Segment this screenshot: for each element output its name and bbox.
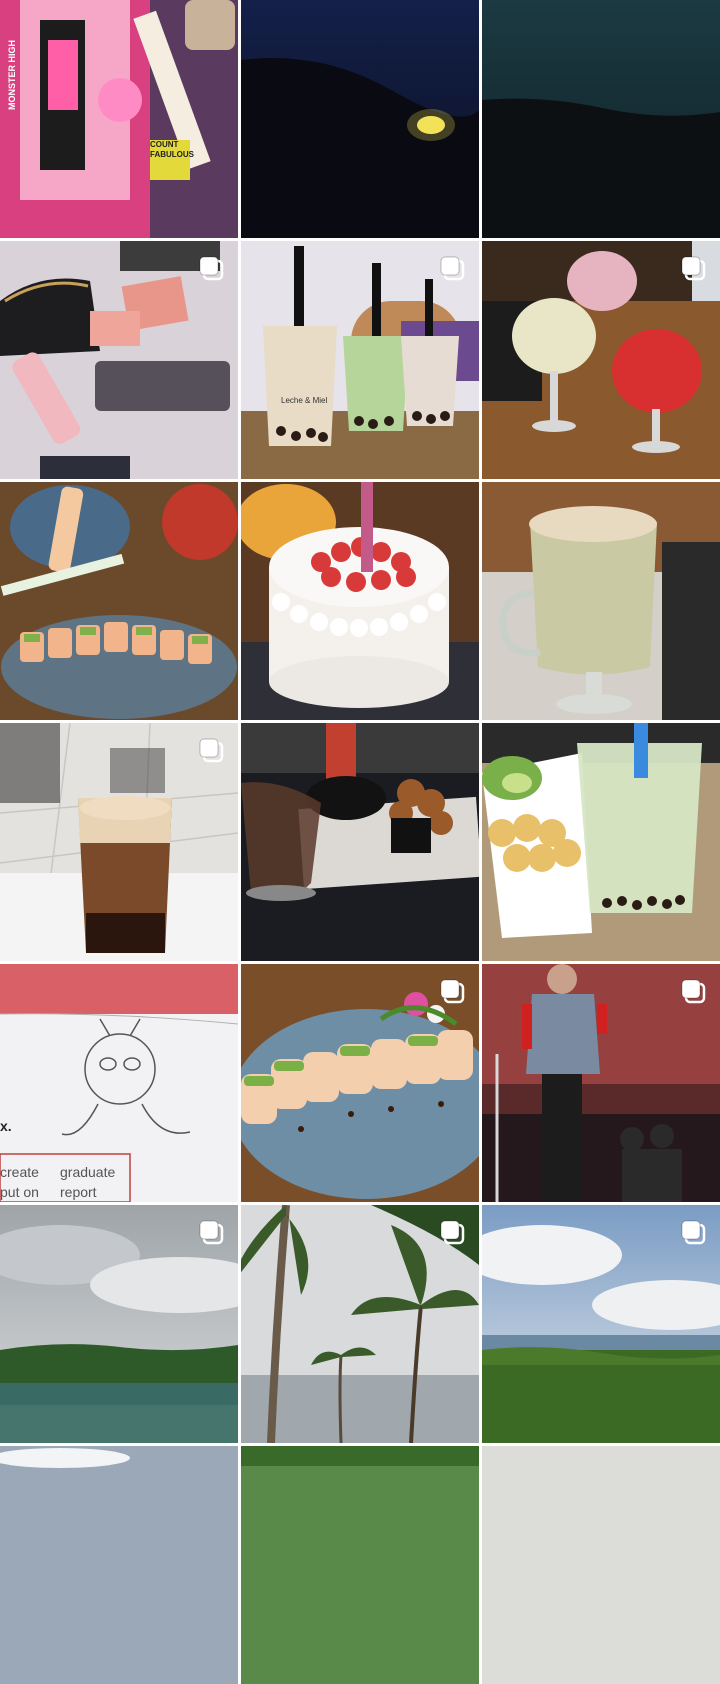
- grid-tile-mangrove-lagoon[interactable]: [0, 1205, 238, 1443]
- grid-tile-fruit-cocktails[interactable]: [482, 241, 720, 479]
- multiple-photos-icon: [439, 255, 465, 281]
- matcha-latte-photo: [482, 482, 720, 720]
- grid-tile-dusk-sky[interactable]: [482, 0, 720, 238]
- grid-tile-concert-singer[interactable]: [482, 964, 720, 1202]
- grid-tile-bubble-waffle-boba[interactable]: [482, 723, 720, 961]
- grid-tile-next-row-3[interactable]: [482, 1446, 720, 1684]
- grid-tile-next-row-2[interactable]: [241, 1446, 479, 1684]
- partial-photo: [482, 1446, 720, 1684]
- cup-brand-text: Leche & Miel: [281, 396, 328, 405]
- worksheet-word: graduate: [60, 1164, 116, 1180]
- grid-tile-strawberry-cake[interactable]: [241, 482, 479, 720]
- doll-box-photo: [0, 0, 238, 238]
- grid-tile-sea-and-jungle[interactable]: [482, 1205, 720, 1443]
- partial-photo: [241, 1446, 479, 1684]
- multiple-photos-icon: [680, 1219, 706, 1245]
- sushi-drink-photo: [0, 482, 238, 720]
- multiple-photos-icon: [439, 978, 465, 1004]
- fried-food-photo: [241, 723, 479, 961]
- grid-tile-worksheet-drawing[interactable]: x. create graduate put on report: [0, 964, 238, 1202]
- grid-tile-sushi-and-drink[interactable]: [0, 482, 238, 720]
- worksheet-word: report: [60, 1184, 97, 1200]
- worksheet-letter: x.: [0, 1118, 12, 1134]
- partial-photo: [0, 1446, 238, 1684]
- grid-tile-doll-box[interactable]: MONSTER HIGH COUNT FABULOUS: [0, 0, 238, 238]
- dusk-sky-photo: [482, 0, 720, 238]
- multiple-photos-icon: [439, 1219, 465, 1245]
- multiple-photos-icon: [680, 255, 706, 281]
- bubble-waffle-photo: [482, 723, 720, 961]
- worksheet-word: create: [0, 1164, 39, 1180]
- grid-tile-boba-drinks[interactable]: Leche & Miel: [241, 241, 479, 479]
- worksheet-word: put on: [0, 1184, 39, 1200]
- multiple-photos-icon: [680, 978, 706, 1004]
- multiple-photos-icon: [198, 1219, 224, 1245]
- grid-tile-fried-food-table[interactable]: [241, 723, 479, 961]
- night-sky-photo: [241, 0, 479, 238]
- grid-tile-makeup-bag[interactable]: [0, 241, 238, 479]
- grid-tile-iced-coffee[interactable]: [0, 723, 238, 961]
- grid-tile-next-row-1[interactable]: [0, 1446, 238, 1684]
- multiple-photos-icon: [198, 737, 224, 763]
- grid-tile-matcha-latte[interactable]: [482, 482, 720, 720]
- photo-grid: MONSTER HIGH COUNT FABULOUS Leche & Miel…: [0, 0, 720, 1684]
- grid-tile-palm-beach[interactable]: [241, 1205, 479, 1443]
- strawberry-cake-photo: [241, 482, 479, 720]
- box-sticker-text: COUNT FABULOUS: [150, 140, 194, 159]
- grid-tile-night-sky-moon[interactable]: [241, 0, 479, 238]
- box-text: MONSTER HIGH: [7, 40, 17, 111]
- grid-tile-sushi-roll-plate[interactable]: [241, 964, 479, 1202]
- multiple-photos-icon: [198, 255, 224, 281]
